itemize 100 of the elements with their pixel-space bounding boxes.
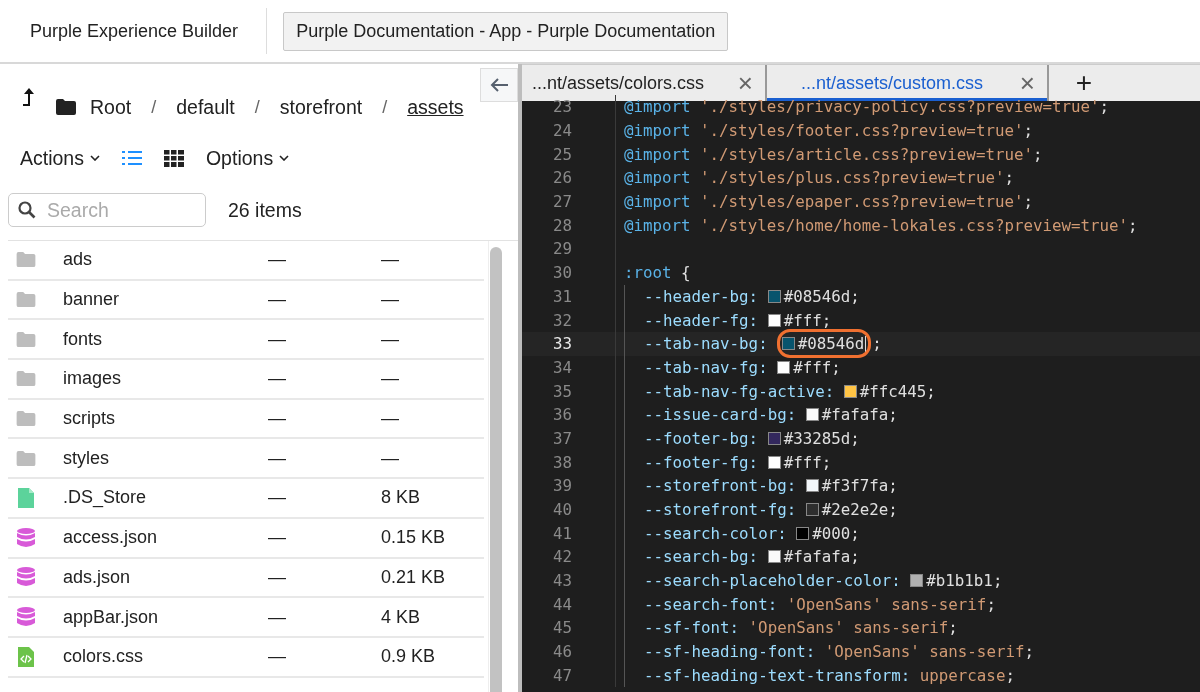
line-number: 38 [551, 452, 572, 472]
app-button[interactable]: Purple Documentation - App - Purple Documentation [283, 11, 729, 51]
line-number: 27 [551, 192, 572, 212]
color-value: #ffc445 [859, 381, 927, 401]
color-value: #fafafa [783, 547, 851, 567]
line-number: 35 [551, 381, 572, 401]
breadcrumb-separator: / [151, 96, 157, 118]
table-cell-text: — [268, 566, 287, 588]
chevron-icon [89, 155, 100, 161]
code-punctuation: ; [850, 286, 860, 306]
database-icon [16, 567, 36, 588]
table-cell-text: — [268, 447, 287, 469]
code-property: --header-bg: [644, 286, 759, 306]
file-row[interactable]: banner — — [8, 280, 484, 321]
file-row[interactable]: ads.json — 0.21 KB [8, 558, 484, 599]
code-string: './styles/plus.css?preview=true' [700, 168, 1005, 188]
file-size: 0.15 KB [381, 527, 446, 549]
code-property: --sf-heading-font: [644, 642, 816, 662]
table-cell-text: — [268, 368, 287, 390]
code-punctuation: ; [821, 452, 832, 472]
code-keyword: @import [624, 121, 691, 141]
breadcrumb-link[interactable]: assets [407, 95, 464, 119]
table-cell-text: — [268, 249, 287, 271]
text-cursor [865, 335, 867, 352]
file-row[interactable]: colors.css — 0.9 KB [8, 637, 484, 678]
table-cell-text: — [268, 527, 287, 549]
table-cell-text: — [268, 646, 287, 668]
editor-tab[interactable]: ...nt/assets/custom.css × [767, 65, 1049, 101]
code-property: --search-placeholder-color: [644, 571, 901, 591]
code-string: './styles/home/home-lokales.css?preview=true' [700, 215, 1129, 235]
file-row[interactable]: appBar.json — 4 KB [8, 598, 484, 638]
line-number: 39 [551, 476, 572, 496]
line-number: 26 [551, 168, 572, 188]
folder-icon [16, 411, 36, 427]
color-value: #fff [793, 357, 832, 377]
code-property: --tab-nav-fg-active: [644, 381, 835, 401]
line-number: 25 [551, 144, 572, 164]
options-menu[interactable]: Options [205, 146, 290, 170]
search-field[interactable]: Search [8, 193, 206, 227]
breadcrumb-separator: / [254, 96, 260, 118]
search-icon [18, 201, 36, 219]
code-property: --sf-font: [644, 618, 740, 638]
code-property: --sf-heading-text-transform: [644, 665, 911, 685]
close-button[interactable]: × [737, 70, 753, 96]
table-cell-text: — [268, 487, 287, 509]
editor-tab[interactable]: ...nt/assets/colors.css × [522, 65, 767, 101]
file-row[interactable]: scripts — — [8, 399, 484, 440]
file-row[interactable]: images — — [8, 360, 484, 400]
actions-menu[interactable]: Actions [20, 146, 100, 170]
file-size: — [381, 447, 399, 469]
file-size: 0.9 KB [381, 646, 436, 668]
breadcrumb-link[interactable]: default [176, 95, 235, 119]
collapse-button[interactable] [480, 68, 518, 102]
color-value: #08546d [797, 334, 865, 354]
file-row[interactable]: ads — — [8, 241, 484, 281]
code-file-icon [16, 646, 36, 667]
database-icon [16, 527, 36, 548]
left-arrow-icon [489, 77, 509, 93]
file-name: styles [63, 447, 110, 469]
code-property: --storefront-bg: [644, 476, 797, 496]
line-number: 44 [551, 594, 572, 614]
color-value: #2e2e2e [821, 500, 889, 520]
color-value: #fafafa [821, 405, 889, 425]
scrollbar-thumb[interactable] [490, 247, 502, 692]
line-number: 43 [551, 571, 572, 591]
code-keyword: @import [624, 168, 691, 188]
line-number: 47 [551, 665, 572, 685]
line-number: 30 [551, 263, 572, 283]
code-brace: { [681, 263, 691, 283]
tab-label: ...nt/assets/colors.css [532, 72, 705, 94]
file-row[interactable]: styles — — [8, 439, 484, 480]
up-arrow-icon[interactable] [22, 86, 34, 108]
folder-icon [16, 252, 36, 268]
app-title: Purple Experience Builder [30, 20, 239, 42]
file-row[interactable]: access.json — 0.15 KB [8, 518, 484, 559]
list-view-icon[interactable] [121, 150, 142, 166]
code-string: './styles/article.css?preview=true' [700, 144, 1033, 164]
code-punctuation: ; [1032, 144, 1043, 164]
code-punctuation: ; [1004, 168, 1014, 188]
code-punctuation: ; [850, 523, 860, 543]
grid-view-icon[interactable] [163, 149, 184, 167]
breadcrumb-link[interactable]: Root [90, 95, 132, 119]
table-cell-text: — [268, 328, 287, 350]
close-button[interactable]: × [1019, 70, 1035, 96]
code-punctuation: ; [888, 476, 898, 496]
line-number: 33 [551, 334, 572, 354]
folder-icon [16, 450, 36, 466]
code-property: --footer-fg: [644, 452, 759, 472]
code-punctuation: ; [888, 500, 898, 520]
code-string: 'OpenSans' sans-serif [786, 594, 987, 614]
file-row[interactable]: .DS_Store — 8 KB [8, 479, 484, 519]
table-cell-text: — [268, 408, 287, 430]
code-punctuation: ; [821, 310, 832, 330]
table-cell-text: — [268, 289, 287, 311]
file-row[interactable]: fonts — — [8, 320, 484, 361]
code-string: uppercase [919, 665, 1006, 685]
breadcrumb-link[interactable]: storefront [279, 95, 363, 119]
folder-icon [16, 371, 36, 387]
code-punctuation: ; [1128, 215, 1138, 235]
file-name: banner [63, 289, 121, 311]
